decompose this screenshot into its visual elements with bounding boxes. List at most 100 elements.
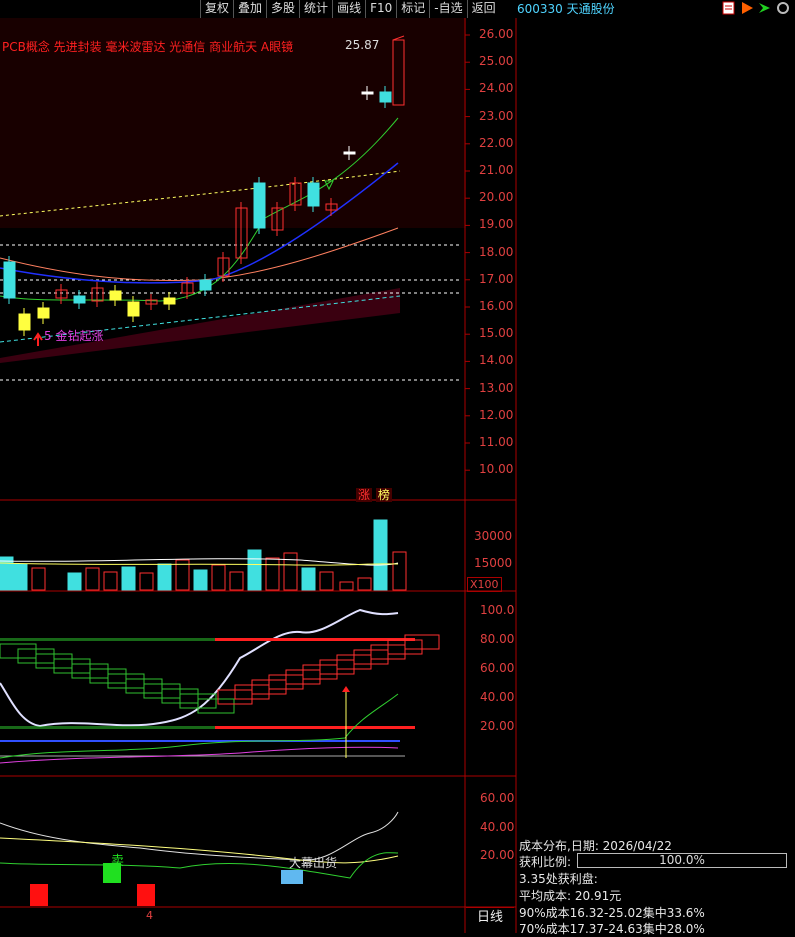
stock-header: 600330 天通股份 <box>517 0 615 17</box>
price-tick-label: 13.00 <box>479 380 514 395</box>
period-tab-daily[interactable]: 日线 <box>466 907 514 927</box>
price-tick-label: 15.00 <box>479 326 514 341</box>
vol-axis-2: 15000 <box>474 556 513 570</box>
kdj-axis-3: 60.00 <box>480 661 515 675</box>
buy-arrow-icon <box>33 332 43 346</box>
kdj-axis-2: 80.00 <box>480 632 515 646</box>
high-price-label: 25.87 <box>345 38 380 52</box>
volume-bar <box>121 566 136 591</box>
candle <box>18 308 31 336</box>
flag-icon[interactable] <box>740 1 754 15</box>
sell-label: 卖 <box>111 854 125 869</box>
price-tick-label: 10.00 <box>479 462 514 477</box>
toolbar-mark[interactable]: 标记 <box>396 0 429 18</box>
volume-bar <box>193 569 208 591</box>
up-arrow-icon <box>342 686 350 692</box>
candle <box>163 292 176 310</box>
vol-unit: X100 <box>467 577 502 592</box>
volume-bar <box>319 571 334 591</box>
profit-at-label: 3.35处获利盘: <box>519 872 598 886</box>
bottom-axis-3: 20.00 <box>480 848 515 862</box>
volume-bar <box>139 572 154 591</box>
stock-code: 600330 <box>517 2 563 16</box>
price-tick-label: 23.00 <box>479 108 514 123</box>
bottom-axis-1: 60.00 <box>480 791 515 805</box>
indicator-panel-1 <box>0 608 440 764</box>
toolbar-remove-favorite[interactable]: -自选 <box>429 0 466 18</box>
price-tick-label: 25.00 <box>479 54 514 69</box>
volume-bar <box>103 571 118 591</box>
cost-90: 90%成本16.32-25.02集中33.6% <box>519 906 705 920</box>
price-tick-label: 12.00 <box>479 407 514 422</box>
volume-bar <box>13 563 28 591</box>
profit-label: 获利比例: <box>519 855 572 869</box>
volume-bar <box>283 552 298 591</box>
kdj-axis-1: 100.0 <box>480 603 515 617</box>
indicator-panel-2 <box>0 811 399 906</box>
toolbar-statistics[interactable]: 统计 <box>299 0 332 18</box>
vol-axis-1: 30000 <box>474 529 513 543</box>
price-tick-label: 26.00 <box>479 27 514 41</box>
limit-badge-1: 涨 <box>356 488 373 502</box>
toolbar-back[interactable]: 返回 <box>466 0 500 18</box>
price-tick-label: 18.00 <box>479 244 514 259</box>
stock-name: 天通股份 <box>566 2 615 16</box>
volume-bar <box>265 557 280 591</box>
price-tick-label: 24.00 <box>479 81 514 96</box>
price-tick-label: 20.00 <box>479 190 514 205</box>
kdj-axis-5: 20.00 <box>480 719 515 733</box>
signal-label: 5 金钻起涨 <box>44 329 104 343</box>
top-toolbar: 复权 叠加 多股 统计 画线 F10 标记 -自选 返回 <box>200 0 500 18</box>
price-tick-label: 16.00 <box>479 299 514 313</box>
big-exit-label: 大幕出货 <box>289 856 338 870</box>
header-icons <box>722 1 790 15</box>
volume-bar <box>301 567 316 591</box>
volume-bar <box>85 567 100 591</box>
avg-cost: 平均成本: 20.91元 <box>519 889 622 903</box>
candle <box>199 274 212 296</box>
candle <box>3 256 16 304</box>
volume-bar <box>247 549 262 591</box>
toolbar-overlay[interactable]: 叠加 <box>233 0 266 18</box>
candle <box>145 294 158 310</box>
price-tick-label: 22.00 <box>479 135 514 150</box>
toolbar-restore-rights[interactable]: 复权 <box>200 0 233 18</box>
price-tick-label: 19.00 <box>479 217 514 232</box>
toolbar-multi-stock[interactable]: 多股 <box>266 0 299 18</box>
candle <box>253 177 266 234</box>
cost-title: 成本分布,日期: 2026/04/22 <box>519 839 672 853</box>
candle <box>37 302 50 324</box>
profit-ratio-bar: 100.0% <box>577 853 787 868</box>
candle <box>55 284 68 304</box>
volume-bar <box>157 563 172 591</box>
volume-bar <box>392 551 407 591</box>
volume-bar <box>0 556 14 591</box>
limit-badge: 涨 榜 <box>356 486 392 503</box>
toolbar-f10[interactable]: F10 <box>365 0 396 18</box>
price-tick-label: 21.00 <box>479 163 514 177</box>
candle <box>73 290 86 309</box>
volume-bar <box>229 571 244 591</box>
chart-area[interactable] <box>0 18 517 933</box>
limit-badge-2: 榜 <box>375 488 392 502</box>
volume-bar <box>31 567 46 591</box>
settings-icon[interactable] <box>776 1 790 15</box>
volume-bar <box>211 564 226 591</box>
concept-tags: PCB概念 先进封装 毫米波雷达 光通信 商业航天 A眼镜 <box>2 40 294 54</box>
candle <box>91 282 104 307</box>
channel-band <box>0 288 400 363</box>
volume-bar <box>373 519 388 591</box>
date-marker: 4 <box>146 909 153 922</box>
volume-bar <box>339 581 354 591</box>
ma-orange <box>0 227 399 282</box>
price-tick-label: 17.00 <box>479 271 514 286</box>
volume-bar <box>67 572 82 591</box>
price-tick-label: 11.00 <box>479 435 514 449</box>
volume-bars <box>0 519 407 591</box>
candle <box>109 285 122 306</box>
arrow-icon[interactable] <box>758 1 772 15</box>
cost-70: 70%成本17.37-24.63集中28.0% <box>519 922 705 936</box>
toolbar-draw-line[interactable]: 画线 <box>332 0 365 18</box>
bottom-axis-2: 40.00 <box>480 820 515 834</box>
report-icon[interactable] <box>722 1 736 15</box>
